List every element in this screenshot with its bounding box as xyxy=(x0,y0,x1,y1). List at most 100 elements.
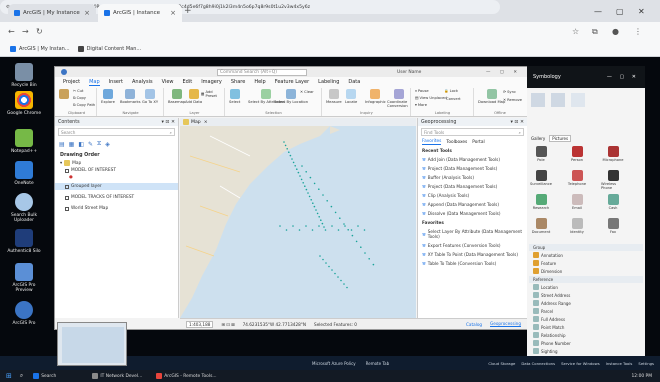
user-name[interactable]: User Name xyxy=(397,70,421,75)
start-icon[interactable]: ⊞ xyxy=(6,372,12,380)
desktop-icon-recycle-bin[interactable]: Recycle Bin xyxy=(6,63,42,88)
layer-map[interactable]: ▾ Map xyxy=(55,159,178,167)
symbol-fax[interactable]: Fax xyxy=(601,218,625,234)
remote-taskbar-item[interactable]: Remote Tab xyxy=(366,361,389,366)
bookmark-item[interactable]: ArcGIS | My Instan... xyxy=(10,46,70,52)
reference-item[interactable]: Relationship xyxy=(529,331,643,339)
tab-data[interactable]: Data xyxy=(348,79,360,85)
convert-button[interactable]: Convert xyxy=(446,97,461,101)
bookmark-item[interactable]: Digital Content Man... xyxy=(77,46,141,52)
reference-item[interactable]: Parcel xyxy=(529,307,643,315)
symbol-telephone[interactable]: Telephone xyxy=(565,170,589,186)
layer-world-street-map[interactable]: World Street Map xyxy=(55,205,178,212)
layer-checkbox[interactable] xyxy=(65,206,69,211)
desktop-icon-onenote[interactable]: OneNote xyxy=(6,161,42,186)
symbol-identity[interactable]: Identity xyxy=(565,218,589,234)
layer-model-tracks[interactable]: MODEL TRACKS OF INTEREST xyxy=(55,194,178,201)
reference-item[interactable]: Sighting xyxy=(529,347,643,355)
clock[interactable]: 12:00 PM xyxy=(632,374,653,379)
list-by-editing-icon[interactable]: ✎ xyxy=(88,141,93,148)
symbol-email[interactable]: Email xyxy=(565,194,589,210)
tab-view[interactable]: View xyxy=(162,79,174,85)
footer-tab-catalog[interactable]: Catalog xyxy=(466,322,482,327)
browser-tab-1[interactable]: ArcGIS | My Instance × xyxy=(8,4,96,22)
map-view[interactable]: Map × xyxy=(180,118,416,318)
copy-path-button[interactable]: ⧉ Copy Path xyxy=(73,103,95,107)
copy-button[interactable]: ⧉ Copy xyxy=(73,96,86,100)
extensions-icon[interactable]: ⧉ xyxy=(592,27,598,37)
map-canvas[interactable] xyxy=(180,126,416,318)
window-controls[interactable]: — ▢ ✕ xyxy=(607,74,639,80)
desktop-icon-arcgis-pro[interactable]: ArcGIS Pro xyxy=(6,301,42,326)
tool-item[interactable]: ⚒ Append (Data Management Tools) xyxy=(418,200,527,209)
tab-project[interactable]: Project xyxy=(63,79,80,85)
browser-tab-2[interactable]: ArcGIS | Instance × xyxy=(98,4,182,22)
reference-item[interactable]: Street Address xyxy=(529,291,643,299)
select-button[interactable]: Select xyxy=(229,89,240,104)
tab-portal[interactable]: Portal xyxy=(472,140,484,145)
close-window-button[interactable]: ✕ xyxy=(638,7,645,16)
pause-button[interactable]: ⏸ Pause xyxy=(415,89,429,93)
tool-item[interactable]: ⚒ Dissolve (Data Management Tools) xyxy=(418,209,527,218)
layer-model-of-interest[interactable]: MODEL OF INTEREST xyxy=(55,167,178,174)
remote-taskbar-item[interactable]: Data Connections xyxy=(521,361,555,366)
close-icon[interactable]: × xyxy=(204,120,208,125)
close-icon[interactable]: × xyxy=(170,9,176,17)
pane-options-icon[interactable]: ▾ ⊡ ✕ xyxy=(162,120,176,125)
group-item[interactable]: Annotation xyxy=(529,251,643,259)
toolbar-button-icon[interactable] xyxy=(571,93,585,107)
list-by-selection-icon[interactable]: ◧ xyxy=(78,141,84,148)
tab-feature-layer[interactable]: Feature Layer xyxy=(275,79,309,85)
locate-button[interactable]: Locate xyxy=(345,89,357,104)
tool-item[interactable]: ⚒ Buffer (Analysis Tools) xyxy=(418,173,527,182)
desktop-icon-notepad[interactable]: Notepad++ xyxy=(6,129,42,154)
tab-labeling[interactable]: Labeling xyxy=(318,79,339,85)
tab-analysis[interactable]: Analysis xyxy=(132,79,153,85)
remote-taskbar-item[interactable]: Microsoft Azure Policy xyxy=(312,361,356,366)
remote-taskbar-item[interactable]: Instance Tools xyxy=(606,361,633,366)
window-controls[interactable]: — ▢ ✕ xyxy=(486,70,521,75)
taskbar-item-network[interactable]: IT Network Devel... xyxy=(92,373,142,379)
reference-item[interactable]: Location xyxy=(529,283,643,291)
reload-icon[interactable]: ↻ xyxy=(36,27,43,36)
layer-checkbox[interactable] xyxy=(65,184,69,189)
remote-taskbar-item[interactable]: Cloud Storage xyxy=(488,361,515,366)
tab-insert[interactable]: Insert xyxy=(109,79,123,85)
bookmarks-button[interactable]: Bookmarks xyxy=(120,89,141,104)
measure-button[interactable]: Measure xyxy=(326,89,342,104)
reference-item[interactable]: Address Range xyxy=(529,299,643,307)
tab-favorites[interactable]: Favorites xyxy=(422,139,442,145)
list-by-source-icon[interactable]: ▦ xyxy=(69,141,75,148)
new-tab-button[interactable]: + xyxy=(184,6,192,16)
desktop-icon-arcgis-preview[interactable]: ArcGIS Pro Preview xyxy=(6,263,42,293)
desktop-icon-uploader[interactable]: Search Bulk Uploader xyxy=(6,193,42,223)
forward-icon[interactable]: → xyxy=(22,27,29,36)
toolbar-button-icon[interactable] xyxy=(531,93,545,107)
reference-item[interactable]: Phone Number xyxy=(529,339,643,347)
expand-icon[interactable]: ▾ xyxy=(60,161,62,166)
tab-toolboxes[interactable]: Toolboxes xyxy=(446,140,467,145)
symbol-person[interactable]: Person xyxy=(565,146,589,162)
download-map-button[interactable]: Download Map xyxy=(478,89,505,104)
taskbar-item-search[interactable]: Search xyxy=(33,373,56,379)
tool-item[interactable]: ⚒ Export Features (Conversion Tools) xyxy=(418,241,527,250)
desktop-icon-silo[interactable]: Authentic8 Silo xyxy=(6,229,42,254)
infographic-button[interactable]: Infographic xyxy=(365,89,386,104)
back-icon[interactable]: ← xyxy=(8,27,15,36)
filter-select[interactable]: Pictures xyxy=(549,134,572,142)
contents-search-input[interactable]: Search ⌕ xyxy=(58,128,175,136)
symbol-cash[interactable]: Cash xyxy=(601,194,625,210)
tool-item[interactable]: ⚒ Table To Table (Conversion Tools) xyxy=(418,259,527,268)
sync-button[interactable]: ⟳ Sync xyxy=(503,90,516,94)
list-by-drawing-order-icon[interactable]: ▤ xyxy=(59,141,65,148)
pane-options-icon[interactable]: ▾ ⊡ ✕ xyxy=(511,120,525,125)
toolbar-button-icon[interactable] xyxy=(551,93,565,107)
bookmark-star-icon[interactable]: ☆ xyxy=(572,27,579,36)
status-tools-icon[interactable]: ⊞ ⊡ ⊠ xyxy=(221,322,234,327)
tool-item[interactable]: ⚒ XY Table To Point (Data Management Tool… xyxy=(418,250,527,259)
profile-icon[interactable]: ● xyxy=(612,27,619,36)
menu-icon[interactable]: ⋮ xyxy=(634,27,642,36)
footer-tab-geoprocessing[interactable]: Geoprocessing xyxy=(490,321,521,327)
tool-item[interactable]: ⚒ Add Join (Data Management Tools) xyxy=(418,155,527,164)
symbol-microphone[interactable]: Microphone xyxy=(601,146,625,162)
